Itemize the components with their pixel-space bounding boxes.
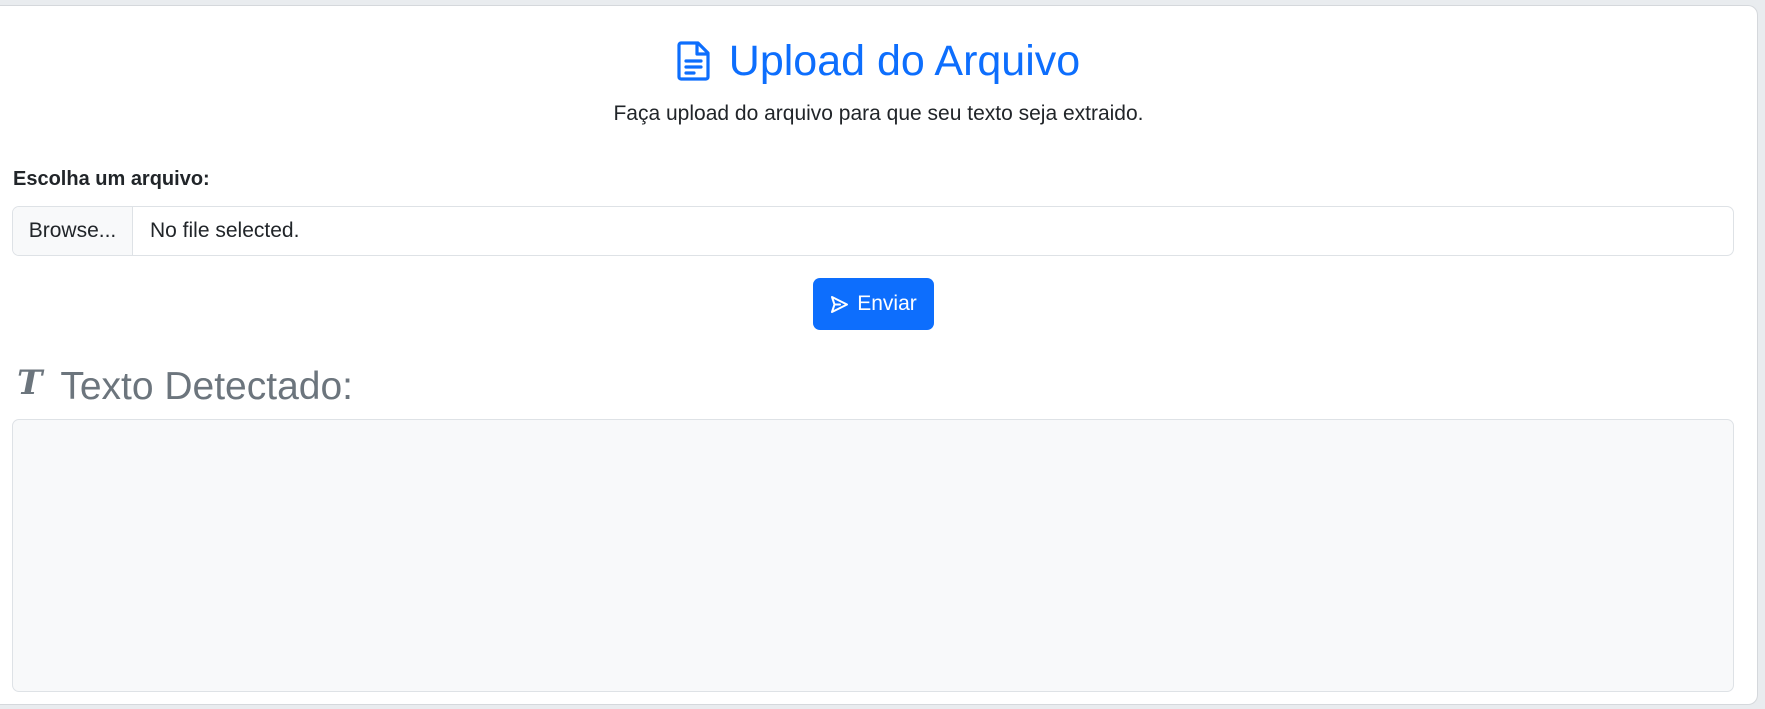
page-subtitle: Faça upload do arquivo para que seu text…	[613, 102, 1144, 125]
file-status-text: No file selected.	[150, 219, 300, 242]
send-icon	[830, 295, 849, 314]
detected-text-output[interactable]	[12, 419, 1734, 692]
title-row: Upload do Arquivo	[0, 32, 1757, 90]
file-field-label: Escolha um arquivo:	[13, 168, 210, 190]
browse-button[interactable]: Browse...	[13, 207, 133, 255]
page-header: Upload do Arquivo Faça upload do arquivo…	[0, 32, 1757, 126]
send-button-label: Enviar	[857, 292, 917, 315]
text-format-icon: T	[17, 363, 43, 403]
send-button[interactable]: Enviar	[813, 278, 934, 330]
page-title: Upload do Arquivo	[728, 37, 1081, 85]
file-text-icon	[677, 41, 711, 81]
file-input[interactable]: Browse... No file selected.	[12, 206, 1734, 256]
upload-card: Upload do Arquivo Faça upload do arquivo…	[0, 5, 1758, 705]
detected-text-heading: T Texto Detectado:	[17, 363, 353, 411]
detected-text-title: Texto Detectado:	[60, 365, 353, 408]
